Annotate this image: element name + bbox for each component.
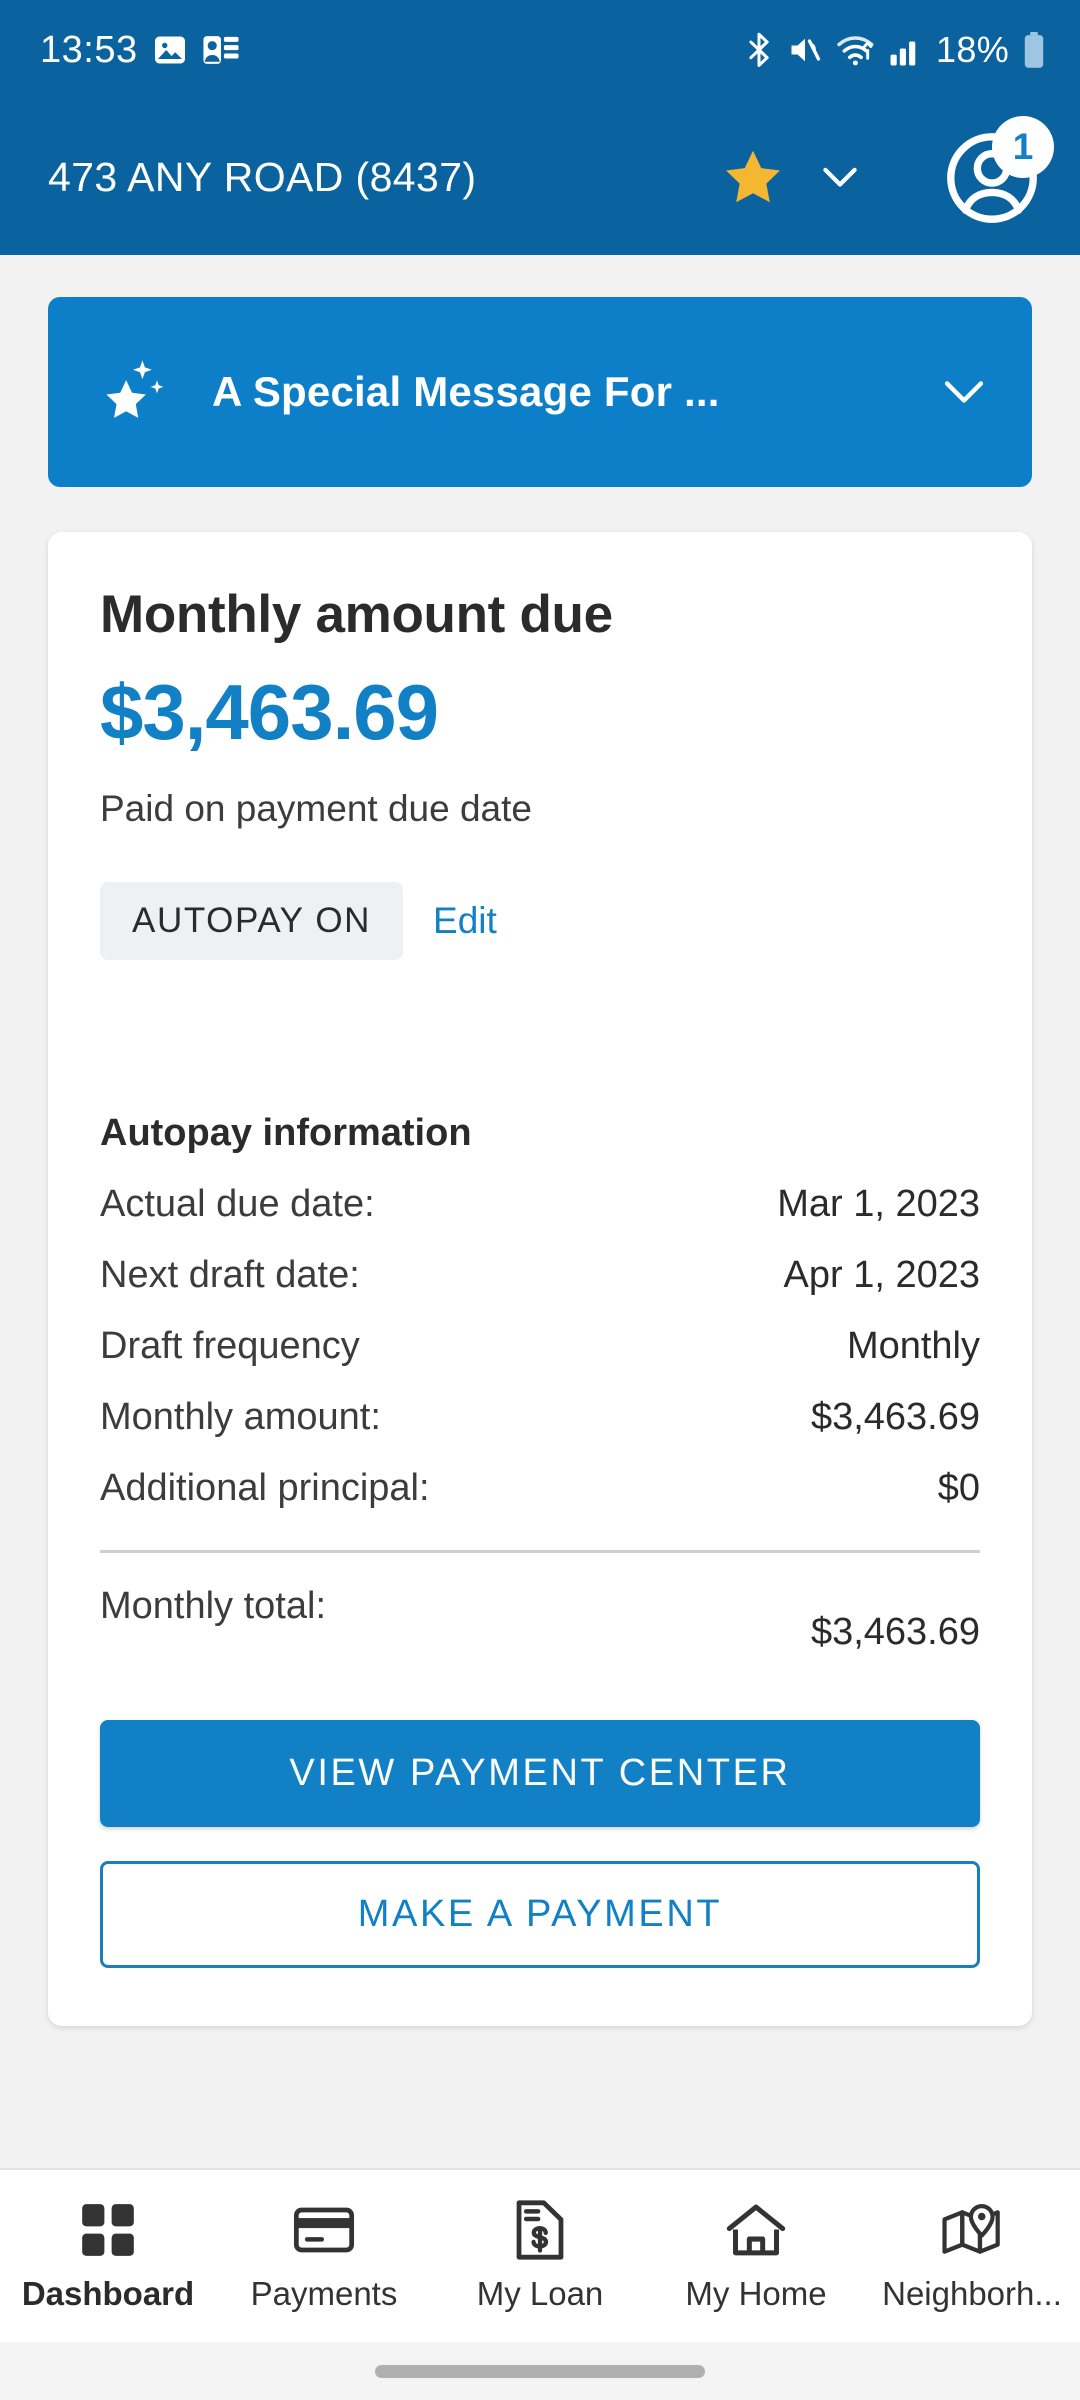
payment-subtext: Paid on payment due date xyxy=(100,788,532,829)
special-message-banner[interactable]: A Special Message For ... xyxy=(48,297,1032,487)
gesture-bar xyxy=(0,2342,1080,2400)
battery-percent: 18% xyxy=(936,29,1009,70)
document-dollar-icon xyxy=(509,2199,571,2261)
property-selector[interactable] xyxy=(720,146,860,210)
map-pin-icon xyxy=(941,2199,1003,2261)
battery-icon xyxy=(1022,31,1046,69)
amount-due-value: $3,463.69 xyxy=(100,668,439,756)
volume-mute-icon xyxy=(787,33,823,67)
row-value: $0 xyxy=(937,1467,980,1509)
cellular-signal-icon xyxy=(889,33,923,67)
nav-item-payments[interactable]: Payments xyxy=(216,2170,432,2342)
page-title: Monthly amount due xyxy=(100,585,613,644)
section-divider xyxy=(100,1550,980,1553)
house-icon xyxy=(725,2199,787,2261)
view-payment-center-button[interactable]: VIEW PAYMENT CENTER xyxy=(100,1720,980,1827)
table-row: Actual due date: Mar 1, 2023 xyxy=(100,1183,980,1226)
autopay-status-row: AUTOPAY ON Edit xyxy=(100,882,980,960)
nav-label: Dashboard xyxy=(21,2275,195,2312)
star-icon[interactable] xyxy=(720,146,786,210)
status-bar: 13:53 18% xyxy=(0,0,1080,100)
image-icon xyxy=(152,32,188,68)
gesture-handle[interactable] xyxy=(375,2364,705,2378)
notification-badge[interactable]: 1 xyxy=(992,115,1054,178)
nav-item-neighborhood[interactable]: Neighborh... xyxy=(864,2170,1080,2342)
chevron-down-icon[interactable] xyxy=(820,165,860,191)
row-label: Monthly amount: xyxy=(100,1396,381,1438)
nav-bar: Dashboard Payments My Loan My Home Neigh… xyxy=(0,2170,1080,2342)
status-bar-left: 13:53 xyxy=(40,29,240,72)
grid-squares-icon xyxy=(77,2199,139,2261)
row-spacer xyxy=(326,1585,811,1654)
nav-label: My Loan xyxy=(476,2275,604,2312)
row-label: Draft frequency xyxy=(100,1325,360,1367)
monthly-amount-card: Monthly amount due $3,463.69 Paid on pay… xyxy=(48,532,1032,2026)
account-avatar[interactable]: 1 xyxy=(944,115,1054,226)
contact-card-icon xyxy=(202,32,240,68)
nav-label: Neighborh... xyxy=(882,2275,1062,2312)
monthly-total-row: Monthly total: $3,463.69 xyxy=(100,1585,980,1654)
app-screen: 13:53 18% 473 ANY ROAD (8437) 1 A Specia… xyxy=(0,0,1080,2400)
total-value: $3,463.69 xyxy=(810,1611,980,1653)
app-header: 473 ANY ROAD (8437) 1 xyxy=(0,100,1080,255)
nav-label: My Home xyxy=(685,2275,827,2312)
status-badge: AUTOPAY ON xyxy=(100,882,404,960)
row-value: Apr 1, 2023 xyxy=(783,1254,980,1296)
property-address[interactable]: 473 ANY ROAD (8437) xyxy=(48,154,476,201)
banner-title: A Special Message For ... xyxy=(212,368,720,415)
status-bar-right: 18% xyxy=(744,29,1046,71)
row-value: $3,463.69 xyxy=(810,1396,980,1438)
credit-card-icon xyxy=(293,2199,355,2261)
table-row: Next draft date: Apr 1, 2023 xyxy=(100,1254,980,1297)
make-a-payment-button[interactable]: MAKE A PAYMENT xyxy=(100,1861,980,1968)
row-value: Mar 1, 2023 xyxy=(777,1183,980,1225)
table-row: Draft frequency Monthly xyxy=(100,1325,980,1368)
total-label: Monthly total: xyxy=(100,1585,326,1627)
sparkle-star-icon xyxy=(100,355,174,429)
table-row: Additional principal: $0 xyxy=(100,1467,980,1510)
bluetooth-icon xyxy=(744,32,774,68)
row-label: Actual due date: xyxy=(100,1183,375,1225)
row-label: Additional principal: xyxy=(100,1467,430,1509)
autopay-section-title: Autopay information xyxy=(100,1112,472,1154)
nav-label: Payments xyxy=(250,2275,398,2312)
wifi-icon xyxy=(836,33,876,67)
status-clock: 13:53 xyxy=(40,28,138,71)
row-value: Monthly xyxy=(846,1325,980,1367)
edit-autopay-link[interactable]: Edit xyxy=(433,900,497,942)
chevron-down-icon[interactable] xyxy=(940,377,988,407)
nav-item-my-home[interactable]: My Home xyxy=(648,2170,864,2342)
nav-item-my-loan[interactable]: My Loan xyxy=(432,2170,648,2342)
nav-item-dashboard[interactable]: Dashboard xyxy=(0,2170,216,2342)
table-row: Monthly amount: $3,463.69 xyxy=(100,1396,980,1439)
row-label: Next draft date: xyxy=(100,1254,360,1296)
bottom-navigation: Dashboard Payments My Loan My Home Neigh… xyxy=(0,2168,1080,2400)
